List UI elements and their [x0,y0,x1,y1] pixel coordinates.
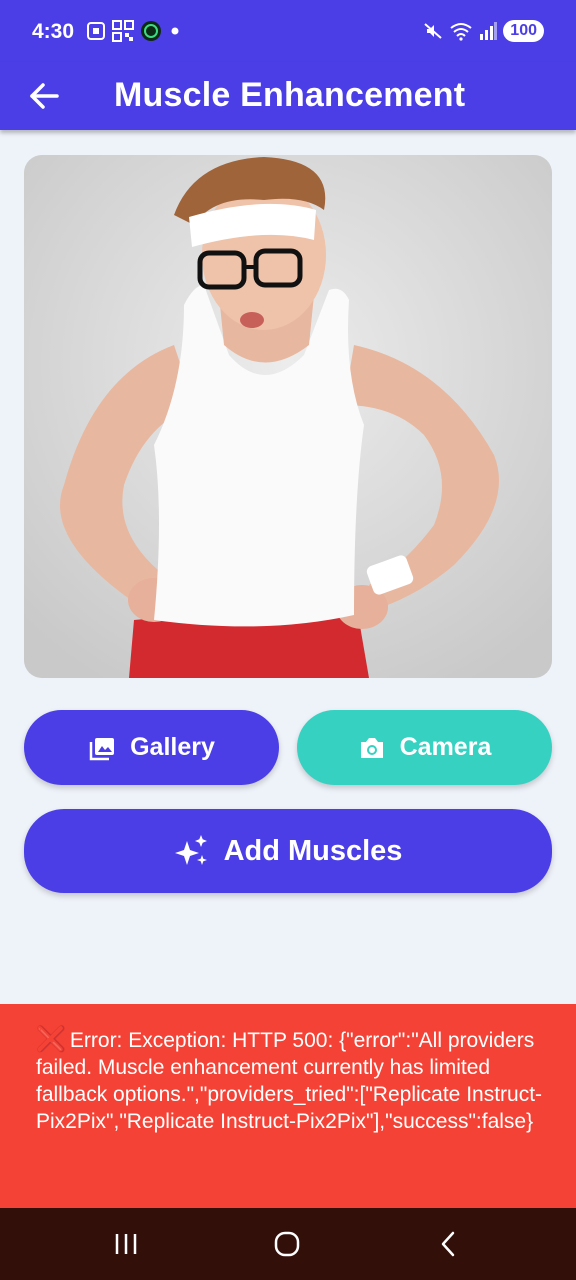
app-icon [141,21,161,41]
arrow-left-icon [30,83,59,109]
camera-button[interactable]: Camera [297,710,552,785]
photo-illustration [24,155,552,678]
gallery-label: Gallery [130,733,215,761]
mute-icon [424,23,442,39]
error-message: Error: Exception: HTTP 500: {"error":"Al… [36,1029,543,1133]
back-nav-button[interactable] [426,1226,470,1262]
camera-label: Camera [399,733,492,761]
app-bar: Muscle Enhancement [0,62,576,130]
home-button[interactable] [265,1226,309,1262]
status-bar: 4:30 100 [0,0,576,62]
back-button[interactable] [22,74,66,118]
image-icon [89,737,115,760]
recent-apps-icon [115,1234,137,1254]
camera-icon [360,737,383,758]
screenshot-icon [87,22,105,40]
selected-photo [24,155,552,678]
battery-indicator: 100 [503,20,544,42]
status-icons-left [86,20,182,42]
dot-icon [171,27,179,35]
add-muscles-label: Add Muscles [223,834,403,867]
error-icon: ❌ [36,1026,66,1053]
error-text: ❌ Error: Exception: HTTP 500: {"error":"A… [36,1026,544,1135]
status-icons-right: 100 [423,20,544,42]
qr-icon [112,20,134,42]
add-muscles-button[interactable]: Add Muscles [24,809,552,893]
signal-icon [480,22,498,40]
status-time: 4:30 [32,20,75,43]
system-nav-bar [0,1208,576,1280]
chevron-left-icon [441,1231,455,1257]
wifi-icon [450,23,472,41]
error-banner: ❌ Error: Exception: HTTP 500: {"error":"A… [0,1004,576,1208]
sparkles-icon [174,835,207,865]
gallery-button[interactable]: Gallery [24,710,279,785]
home-icon [274,1231,300,1257]
recent-apps-button[interactable] [104,1226,148,1262]
page-title: Muscle Enhancement [114,76,466,114]
